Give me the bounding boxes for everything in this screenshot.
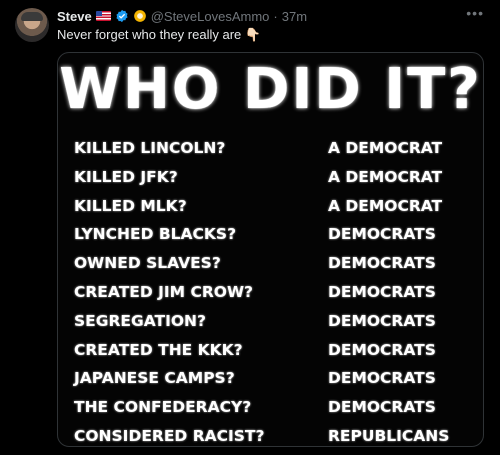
avatar[interactable]: [15, 8, 49, 42]
image-row: KILLED MLK? A DEMOCRAT: [58, 197, 483, 221]
separator-dot: ·: [273, 8, 278, 24]
image-row: CREATED JIM CROW? DEMOCRATS: [58, 283, 483, 307]
image-row: CONSIDERED RACIST? REPUBLICANS: [58, 427, 483, 446]
row-question: KILLED MLK?: [74, 196, 187, 215]
image-row: KILLED JFK? A DEMOCRAT: [58, 168, 483, 192]
row-question: THE CONFEDERACY?: [74, 398, 252, 417]
verified-badge-icon[interactable]: [115, 9, 129, 23]
row-answer: DEMOCRATS: [328, 369, 436, 388]
tweet: Steve @SteveLovesAmmo · 37m ••• Never fo…: [0, 0, 500, 455]
image-row: KILLED LINCOLN? A DEMOCRAT: [58, 139, 483, 163]
tweet-text: Never forget who they really are 👇🏻: [57, 27, 262, 42]
image-row: LYNCHED BLACKS? DEMOCRATS: [58, 225, 483, 249]
image-title: WHO DID IT?: [59, 57, 482, 122]
image-row: OWNED SLAVES? DEMOCRATS: [58, 254, 483, 278]
row-answer: DEMOCRATS: [328, 254, 436, 273]
image-row: JAPANESE CAMPS? DEMOCRATS: [58, 369, 483, 393]
row-question: LYNCHED BLACKS?: [74, 225, 237, 244]
row-question: KILLED JFK?: [74, 167, 178, 186]
image-row: SEGREGATION? DEMOCRATS: [58, 312, 483, 336]
row-answer: REPUBLICANS: [328, 427, 450, 445]
row-question: KILLED LINCOLN?: [74, 139, 226, 157]
row-question: OWNED SLAVES?: [74, 254, 221, 273]
row-question: SEGREGATION?: [74, 311, 206, 330]
tweet-header: Steve @SteveLovesAmmo · 37m: [57, 7, 307, 25]
gold-circle-badge-icon[interactable]: [133, 9, 147, 23]
row-answer: DEMOCRATS: [328, 311, 436, 330]
more-icon[interactable]: •••: [466, 6, 484, 20]
row-answer: DEMOCRATS: [328, 340, 436, 359]
us-flag-icon: [95, 11, 111, 21]
row-answer: DEMOCRATS: [328, 398, 436, 417]
row-question: CONSIDERED RACIST?: [74, 427, 265, 445]
display-name[interactable]: Steve: [57, 9, 92, 24]
image-row: THE CONFEDERACY? DEMOCRATS: [58, 398, 483, 422]
row-question: JAPANESE CAMPS?: [74, 369, 235, 388]
row-answer: DEMOCRATS: [328, 225, 436, 244]
timestamp[interactable]: 37m: [282, 9, 307, 24]
row-question: CREATED THE KKK?: [74, 340, 243, 359]
row-answer: DEMOCRATS: [328, 283, 436, 301]
handle[interactable]: @SteveLovesAmmo: [151, 9, 270, 24]
row-answer: A DEMOCRAT: [328, 139, 443, 157]
avatar-cap: [21, 12, 43, 21]
row-question: CREATED JIM CROW?: [74, 283, 254, 301]
row-answer: A DEMOCRAT: [328, 167, 443, 186]
image-row: CREATED THE KKK? DEMOCRATS: [58, 341, 483, 365]
row-answer: A DEMOCRAT: [328, 196, 443, 215]
tweet-image[interactable]: WHO DID IT? KILLED LINCOLN? A DEMOCRAT KIL…: [57, 52, 484, 447]
